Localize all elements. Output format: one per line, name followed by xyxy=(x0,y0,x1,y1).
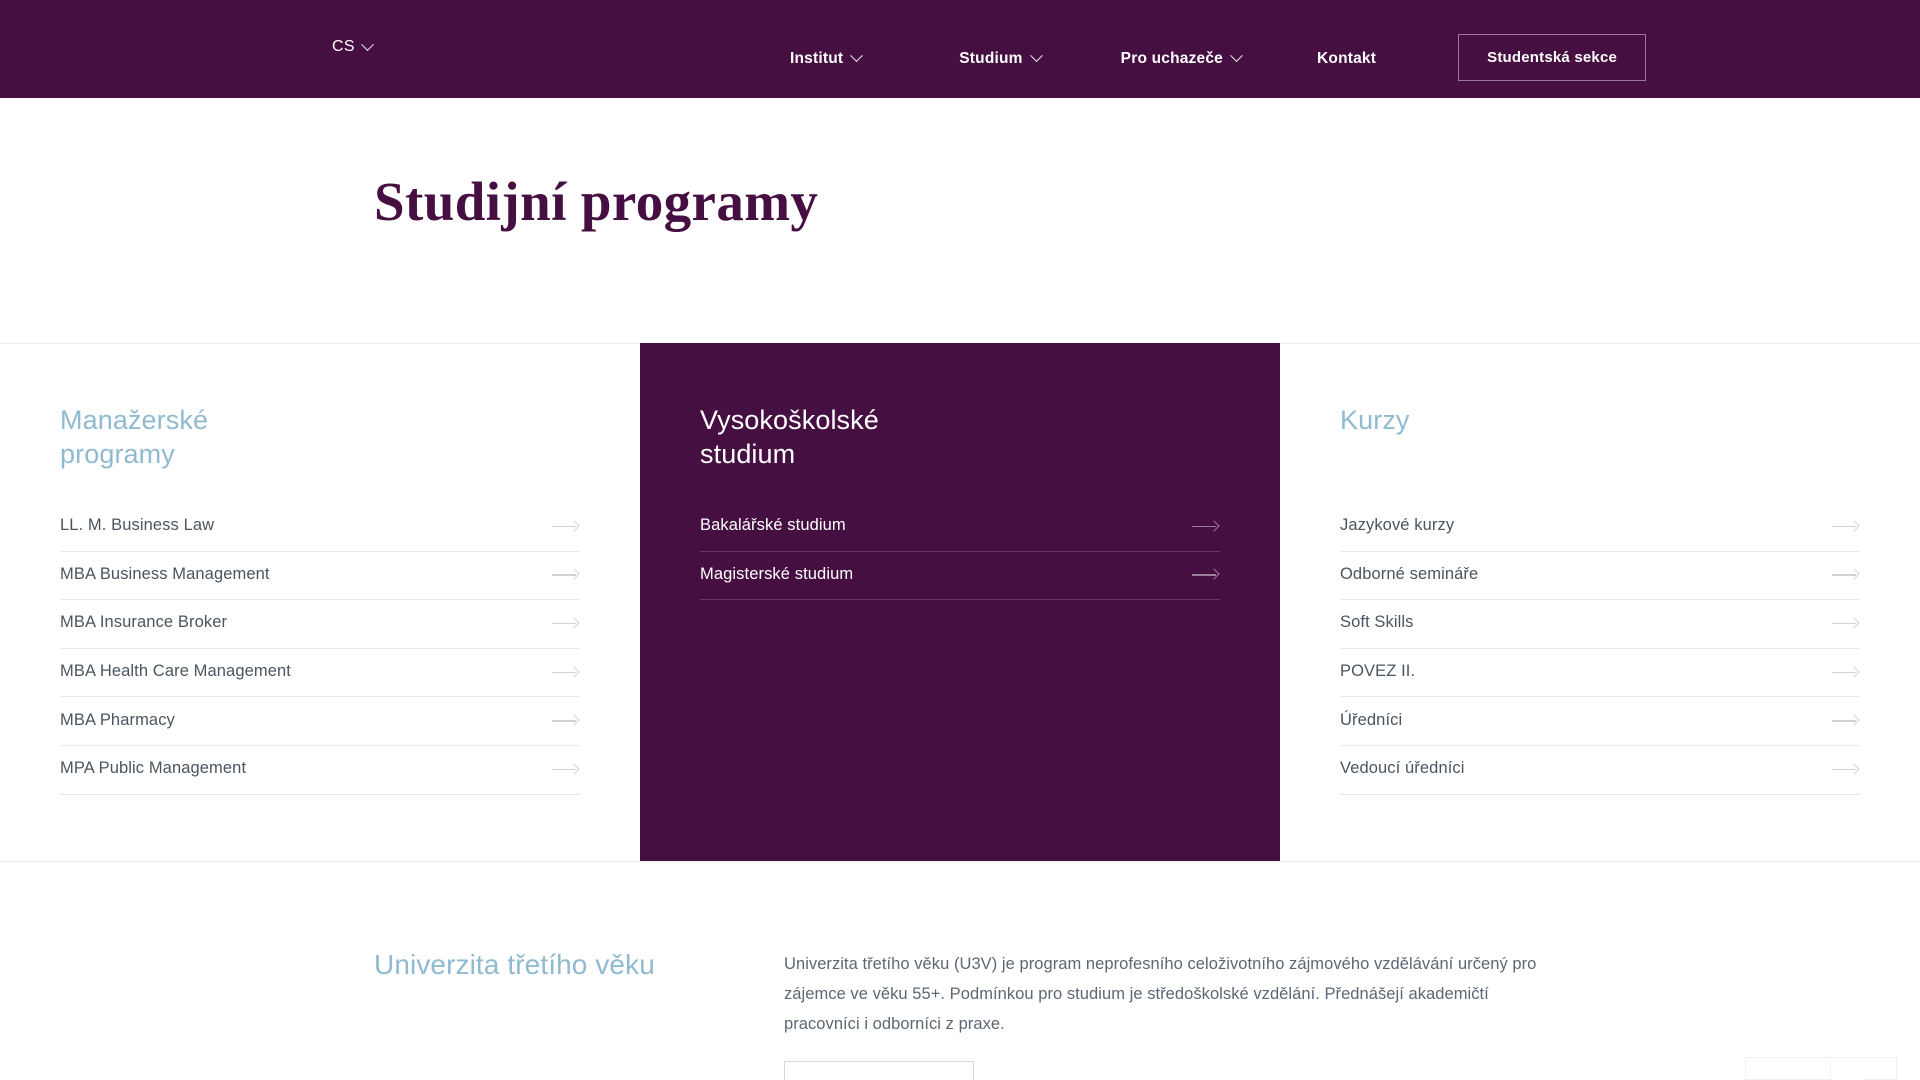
list-item-label: MBA Health Care Management xyxy=(60,662,291,681)
list-item[interactable]: LL. M. Business Law xyxy=(60,503,580,552)
arrow-right-icon xyxy=(1832,667,1858,677)
list-item-label: Odborné semináře xyxy=(1340,564,1479,583)
program-list: LL. M. Business Law MBA Business Managem… xyxy=(60,503,580,795)
list-item[interactable]: MBA Insurance Broker xyxy=(60,600,580,649)
arrow-right-icon xyxy=(1832,764,1858,774)
list-item[interactable]: POVEZ II. xyxy=(1340,649,1860,698)
list-item[interactable]: Úředníci xyxy=(1340,697,1860,746)
u3v-description: Univerzita třetího věku (U3V) je program… xyxy=(784,955,1537,1033)
nav-item-label: Studium xyxy=(959,49,1023,67)
list-item[interactable]: Jazykové kurzy xyxy=(1340,503,1860,552)
arrow-right-icon xyxy=(552,764,578,774)
arrow-right-icon xyxy=(552,618,578,628)
list-item-label: MBA Insurance Broker xyxy=(60,613,228,632)
u3v-section: Univerzita třetího věku Univerzita třetí… xyxy=(0,861,1920,1080)
main-navigation: Institut Studium Pro uchazeče Kontakt St… xyxy=(790,34,1647,81)
bottom-right-panel xyxy=(1745,1057,1897,1080)
column-kurzy: Kurzy Jazykové kurzy Odborné semináře So… xyxy=(1280,343,1920,861)
list-item[interactable]: Soft Skills xyxy=(1340,600,1860,649)
nav-item-pro-uchazece[interactable]: Pro uchazeče xyxy=(1120,49,1243,68)
arrow-right-icon xyxy=(1192,521,1218,531)
list-item-label: Jazykové kurzy xyxy=(1340,516,1455,535)
page-title: Studijní programy xyxy=(374,171,819,232)
list-item[interactable]: Magisterské studium xyxy=(700,552,1220,601)
arrow-right-icon xyxy=(552,569,578,579)
u3v-title: Univerzita třetího věku xyxy=(374,949,655,980)
list-item[interactable]: Vedoucí úředníci xyxy=(1340,746,1860,795)
column-vysokoskolske-studium: Vysokoškolské studium Bakalářské studium… xyxy=(640,343,1280,861)
chevron-down-icon xyxy=(1029,49,1043,63)
column-managerske-programy: Manažerské programy LL. M. Business Law … xyxy=(0,343,640,861)
column-heading: Manažerské programy xyxy=(60,405,209,469)
arrow-right-icon xyxy=(552,715,578,725)
list-item-label: MBA Pharmacy xyxy=(60,710,175,729)
nav-item-kontakt[interactable]: Kontakt xyxy=(1317,50,1376,68)
list-item-label: MBA Business Management xyxy=(60,564,270,583)
list-item-label: MPA Public Management xyxy=(60,759,247,778)
chevron-down-icon xyxy=(360,37,374,51)
list-item-label: Bakalářské studium xyxy=(700,516,846,535)
arrow-right-icon xyxy=(1832,715,1858,725)
programs-columns: Manažerské programy LL. M. Business Law … xyxy=(0,343,1920,861)
page-root: CS Institut Studium Pro uchazeče Kontakt… xyxy=(0,0,1920,1080)
bottom-right-panel-divider xyxy=(1830,1062,1864,1080)
arrow-right-icon xyxy=(1832,521,1858,531)
language-switcher[interactable]: CS xyxy=(332,37,374,56)
list-item[interactable]: Bakalářské studium xyxy=(700,503,1220,552)
site-header: CS Institut Studium Pro uchazeče Kontakt… xyxy=(0,0,1920,98)
arrow-right-icon xyxy=(1192,569,1218,579)
nav-item-label: Institut xyxy=(790,49,844,67)
list-item-label: Úředníci xyxy=(1340,710,1403,729)
nav-item-institut[interactable]: Institut xyxy=(790,49,864,68)
list-item[interactable]: MBA Business Management xyxy=(60,552,580,601)
column-heading: Vysokoškolské studium xyxy=(700,405,879,469)
chevron-down-icon xyxy=(1230,49,1243,63)
list-item-label: Magisterské studium xyxy=(700,564,854,583)
list-item-label: POVEZ II. xyxy=(1340,662,1416,681)
nav-item-label: Kontakt xyxy=(1317,49,1377,67)
chevron-down-icon xyxy=(850,49,864,63)
nav-item-label: Pro uchazeče xyxy=(1120,49,1224,67)
list-item[interactable]: Odborné semináře xyxy=(1340,552,1860,601)
list-item[interactable]: MBA Pharmacy xyxy=(60,697,580,746)
list-item[interactable]: MPA Public Management xyxy=(60,746,580,795)
list-item[interactable]: MBA Health Care Management xyxy=(60,649,580,698)
program-list: Bakalářské studium Magisterské studium xyxy=(700,503,1220,601)
language-label: CS xyxy=(332,38,355,55)
u3v-button[interactable] xyxy=(784,1061,974,1080)
arrow-right-icon xyxy=(1832,618,1858,628)
nav-item-studium[interactable]: Studium xyxy=(959,49,1043,68)
list-item-label: Soft Skills xyxy=(1340,613,1414,632)
list-item-label: Vedoucí úředníci xyxy=(1340,759,1465,778)
arrow-right-icon xyxy=(552,667,578,677)
program-list: Jazykové kurzy Odborné semináře Soft Ski… xyxy=(1340,503,1860,795)
student-section-button[interactable]: Studentská sekce xyxy=(1458,34,1647,81)
column-heading: Kurzy xyxy=(1340,405,1410,435)
arrow-right-icon xyxy=(1832,569,1858,579)
list-item-label: LL. M. Business Law xyxy=(60,516,215,535)
arrow-right-icon xyxy=(552,521,578,531)
